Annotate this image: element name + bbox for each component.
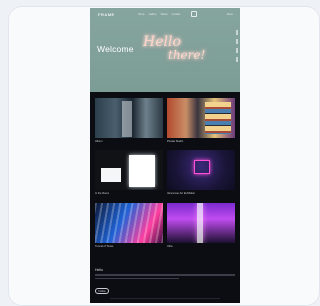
cart-icon[interactable] xyxy=(191,11,197,17)
footer-divider xyxy=(110,298,220,299)
footer-title: Hello xyxy=(95,268,103,272)
gallery-image[interactable] xyxy=(95,203,163,243)
neon-sign-there: there! xyxy=(168,48,206,62)
gallery-item[interactable]: Vancouver Art Exhibition xyxy=(167,150,235,196)
gallery-item[interactable]: Album xyxy=(95,98,163,144)
gallery-caption: Private Studio xyxy=(167,140,184,143)
website-preview[interactable]: FRAME Home Gallery Works Contact Menu We… xyxy=(90,8,240,303)
footer-text-line xyxy=(95,277,179,279)
gallery-caption: Tunnel of Tones xyxy=(95,245,114,248)
menu-link[interactable]: Menu xyxy=(227,13,233,16)
gallery-caption: Album xyxy=(95,140,103,143)
gallery-item[interactable]: In the Room xyxy=(95,150,163,196)
gallery-caption: Vancouver Art Exhibition xyxy=(167,192,196,195)
gallery-image[interactable] xyxy=(167,150,235,190)
footer-text-line xyxy=(95,274,235,276)
hero-title: Welcome xyxy=(97,44,134,54)
gallery-image[interactable] xyxy=(95,98,163,138)
nav-item-contact[interactable]: Contact xyxy=(172,13,181,16)
footer-section: Hello Follow xyxy=(95,268,235,294)
site-logo[interactable]: FRAME xyxy=(98,12,115,17)
gallery-caption: In the Room xyxy=(95,192,110,195)
gallery-image[interactable] xyxy=(167,98,235,138)
footer-button[interactable]: Follow xyxy=(95,288,109,294)
nav-menu: Home Gallery Works Contact xyxy=(138,13,180,16)
nav-item-works[interactable]: Works xyxy=(161,13,168,16)
gallery-caption: Ultra xyxy=(167,245,173,248)
top-navigation: FRAME Home Gallery Works Contact Menu xyxy=(90,8,240,22)
gallery-image[interactable] xyxy=(167,203,235,243)
gallery-item[interactable]: Ultra xyxy=(167,203,235,249)
nav-item-home[interactable]: Home xyxy=(138,13,145,16)
gallery-image[interactable] xyxy=(95,150,163,190)
gallery-item[interactable]: Tunnel of Tones xyxy=(95,203,163,249)
gallery-item[interactable]: Private Studio xyxy=(167,98,235,144)
slide-indicator[interactable] xyxy=(236,30,238,70)
nav-item-gallery[interactable]: Gallery xyxy=(149,13,157,16)
hero-section: FRAME Home Gallery Works Contact Menu We… xyxy=(90,8,240,92)
